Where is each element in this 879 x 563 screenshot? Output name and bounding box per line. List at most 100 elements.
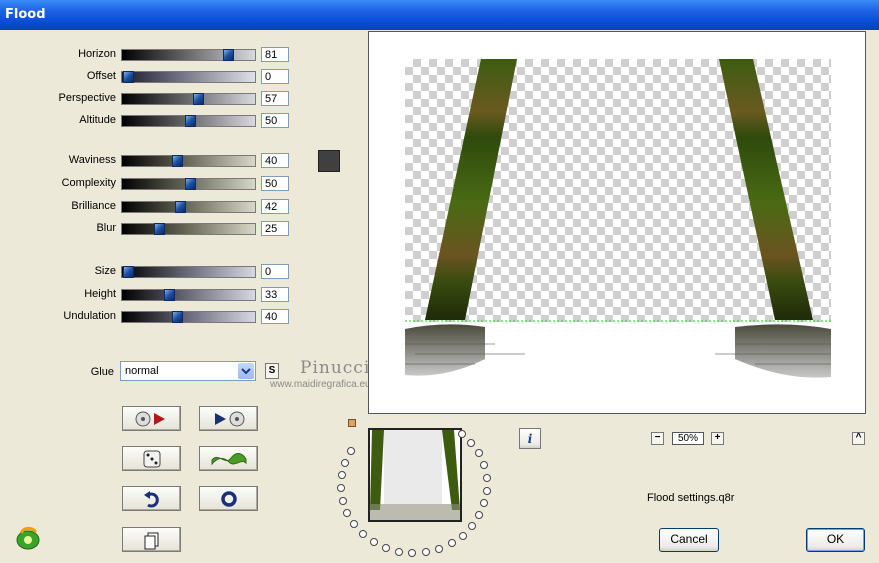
slider-label-altitude: Altitude [79, 114, 116, 126]
navigator-dot[interactable] [341, 458, 350, 467]
value-field-horizon[interactable]: 81 [261, 47, 289, 62]
slider-undulation[interactable] [121, 311, 256, 323]
slider-size[interactable] [121, 266, 256, 278]
window-title: Flood [5, 7, 46, 22]
slider-thumb[interactable] [174, 201, 186, 213]
zoom-out-button[interactable]: − [651, 432, 664, 445]
navigator-dot[interactable] [338, 496, 347, 505]
value-field-altitude[interactable]: 50 [261, 113, 289, 128]
slider-thumb[interactable] [184, 115, 196, 127]
slider-offset[interactable] [121, 71, 256, 83]
randomize-button[interactable] [122, 446, 181, 471]
undo-button[interactable] [122, 486, 181, 511]
slider-thumb[interactable] [123, 266, 134, 278]
navigator-dot[interactable] [482, 486, 491, 495]
color-swatch[interactable] [318, 150, 340, 172]
slider-row-height: Height 33 [0, 287, 300, 303]
slider-thumb[interactable] [222, 49, 234, 61]
value-field-offset[interactable]: 0 [261, 69, 289, 84]
slider-row-horizon: Horizon 81 [0, 47, 300, 63]
navigator-dot[interactable] [467, 438, 476, 447]
slider-waviness[interactable] [121, 155, 256, 167]
slider-thumb[interactable] [153, 223, 165, 235]
slider-horizon[interactable] [121, 49, 256, 61]
navigator-thumbnail[interactable] [368, 428, 462, 522]
navigator-dot[interactable] [480, 499, 489, 508]
slider-row-altitude: Altitude 50 [0, 113, 300, 129]
undo-icon [143, 490, 159, 507]
info-button[interactable]: i [519, 428, 541, 449]
value-field-height[interactable]: 33 [261, 287, 289, 302]
settings-filename: Flood settings.q8r [647, 492, 735, 504]
glue-select[interactable]: normal [120, 361, 256, 381]
slider-thumb[interactable] [172, 311, 184, 323]
navigator-dot[interactable] [457, 429, 466, 438]
navigator-dot[interactable] [346, 447, 355, 455]
navigator-dot[interactable] [468, 522, 477, 531]
navigator-dot[interactable] [394, 547, 403, 556]
load-preset-button[interactable] [122, 406, 181, 431]
slider-label-offset: Offset [86, 70, 116, 82]
zoom-in-button[interactable]: + [711, 432, 724, 445]
collapse-button[interactable]: ^ [852, 432, 865, 445]
value-field-waviness[interactable]: 40 [261, 153, 289, 168]
slider-perspective[interactable] [121, 93, 256, 105]
navigator-dot[interactable] [337, 483, 346, 492]
slider-thumb[interactable] [172, 155, 184, 167]
slider-thumb[interactable] [163, 289, 175, 301]
value-field-undulation[interactable]: 40 [261, 309, 289, 324]
navigator-dot[interactable] [408, 548, 417, 557]
navigator-dot[interactable] [482, 473, 491, 482]
navigator-dot[interactable] [435, 544, 444, 553]
slider-row-blur: Blur 25 [0, 221, 300, 237]
slider-blur[interactable] [121, 223, 256, 235]
navigator-dot[interactable] [369, 537, 378, 546]
navigator-dot[interactable] [422, 548, 431, 557]
wave-button[interactable] [199, 446, 258, 471]
slider-label-waviness: Waviness [68, 154, 116, 166]
navigator-dot[interactable] [447, 539, 456, 548]
dice-icon [143, 450, 160, 467]
value-field-complexity[interactable]: 50 [261, 176, 289, 191]
slider-brilliance[interactable] [121, 201, 256, 213]
glue-select-value: normal [125, 365, 159, 377]
ok-button[interactable]: OK [806, 528, 865, 552]
slider-label-complexity: Complexity [61, 177, 116, 189]
s-button[interactable]: S [265, 363, 279, 379]
slider-label-blur: Blur [96, 222, 116, 234]
value-field-size[interactable]: 0 [261, 264, 289, 279]
slider-thumb[interactable] [123, 71, 134, 83]
play-disc-icon [214, 411, 244, 426]
slider-label-perspective: Perspective [58, 92, 116, 104]
slider-row-offset: Offset 0 [0, 69, 300, 85]
value-field-perspective[interactable]: 57 [261, 91, 289, 106]
navigator-dot[interactable] [474, 449, 483, 458]
navigator-dot[interactable] [350, 519, 359, 528]
slider-complexity[interactable] [121, 178, 256, 190]
navigator-dot[interactable] [343, 508, 352, 517]
value-field-brilliance[interactable]: 42 [261, 199, 289, 214]
navigator-dot[interactable] [381, 543, 390, 552]
slider-label-undulation: Undulation [63, 310, 116, 322]
slider-label-height: Height [84, 288, 116, 300]
slider-height[interactable] [121, 289, 256, 301]
navigator-dot[interactable] [337, 471, 346, 480]
zoom-handle[interactable] [348, 419, 356, 427]
navigator-dot[interactable] [475, 511, 484, 520]
wave-icon [211, 452, 246, 465]
navigator-dot[interactable] [358, 529, 367, 538]
glue-label: Glue [90, 366, 114, 378]
cancel-button[interactable]: Cancel [659, 528, 719, 552]
slider-thumb[interactable] [193, 93, 205, 105]
reset-button[interactable] [199, 486, 258, 511]
copy-button[interactable] [122, 527, 181, 552]
save-preset-button[interactable] [199, 406, 258, 431]
disc-play-icon [135, 411, 165, 426]
navigator-dot[interactable] [458, 531, 467, 540]
slider-thumb[interactable] [184, 178, 196, 190]
chevron-down-icon[interactable] [238, 363, 254, 379]
slider-altitude[interactable] [121, 115, 256, 127]
navigator-dot[interactable] [479, 461, 488, 470]
value-field-blur[interactable]: 25 [261, 221, 289, 236]
preview-panel[interactable] [368, 31, 866, 414]
